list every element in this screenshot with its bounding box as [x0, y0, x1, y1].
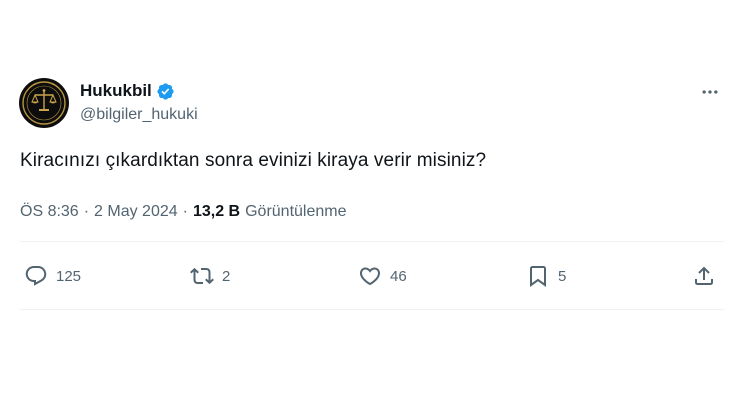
author-display-name[interactable]: Hukukbil	[80, 81, 152, 101]
reply-button[interactable]: 125	[24, 258, 81, 294]
views-count: 13,2 B	[192, 203, 241, 220]
avatar[interactable]	[19, 78, 69, 128]
bookmark-count: 5	[558, 267, 567, 285]
views-label: Görüntülenme	[245, 203, 347, 220]
reply-count: 125	[56, 267, 82, 285]
repost-count: 2	[222, 267, 231, 285]
like-button[interactable]: 46	[358, 258, 407, 294]
divider	[20, 309, 724, 310]
repost-icon	[190, 267, 214, 285]
author-handle[interactable]: @bilgiler_hukuki	[80, 106, 198, 124]
tweet-date-link[interactable]: 2 May 2024	[94, 203, 178, 221]
tweet-card: Hukukbil @bilgiler_hukuki Kiracınızı çık…	[0, 0, 730, 420]
meta-separator: ·	[182, 203, 188, 220]
scales-of-justice-logo-icon	[22, 81, 66, 125]
divider	[20, 241, 724, 242]
bookmark-button[interactable]: 5	[526, 258, 566, 294]
repost-button[interactable]: 2	[190, 258, 230, 294]
verified-badge-icon[interactable]	[156, 82, 175, 101]
share-button[interactable]	[692, 258, 716, 294]
tweet-meta: ÖS 8:36 · 2 May 2024 · 13,2 B Görüntülen…	[20, 203, 347, 221]
author-name-row: Hukukbil	[80, 81, 175, 101]
action-bar: 125 2 46 5	[20, 258, 724, 294]
share-icon	[695, 266, 713, 285]
tweet-text: Kiracınızı çıkardıktan sonra evinizi kir…	[20, 150, 487, 171]
meta-separator: ·	[83, 203, 90, 220]
bookmark-icon	[530, 266, 546, 287]
more-options-icon[interactable]	[698, 82, 722, 102]
like-count: 46	[390, 267, 407, 285]
reply-icon	[25, 266, 47, 286]
heart-icon	[359, 267, 381, 286]
tweet-time-link[interactable]: ÖS 8:36	[20, 203, 79, 221]
